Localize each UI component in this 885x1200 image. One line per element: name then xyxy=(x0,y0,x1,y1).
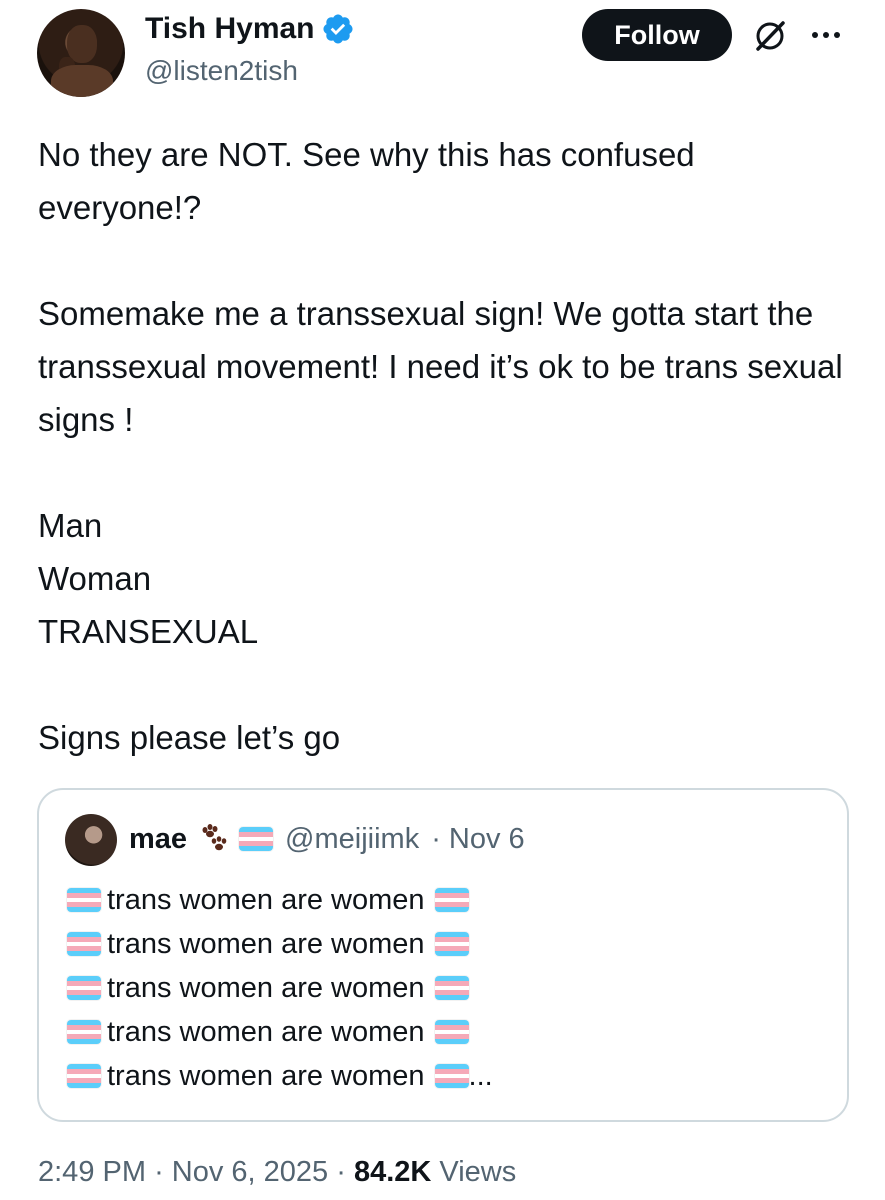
trans-flag-icon xyxy=(67,932,101,956)
tweet-spacer xyxy=(38,658,858,711)
trans-flag-icon xyxy=(239,827,274,851)
quoted-line-text: trans women are women xyxy=(107,972,425,1004)
trans-flag-icon xyxy=(67,1020,101,1044)
trans-flag-icon xyxy=(434,1064,469,1088)
more-icon[interactable] xyxy=(808,22,844,48)
trans-flag-icon xyxy=(434,1020,469,1044)
quoted-line-text: trans women are women xyxy=(107,1060,425,1092)
tweet-time[interactable]: 2:49 PM xyxy=(38,1156,146,1188)
author-name-row: Tish Hyman xyxy=(145,12,355,46)
trans-flag-icon xyxy=(67,888,101,912)
tweet-header: Tish Hyman @listen2tish Follow xyxy=(0,0,885,110)
tweet-date[interactable]: Nov 6, 2025 xyxy=(172,1156,328,1188)
author-handle[interactable]: @listen2tish xyxy=(145,55,298,87)
paw-prints-icon xyxy=(202,824,227,851)
trans-flag-icon xyxy=(67,976,101,1000)
views-label: Views xyxy=(439,1156,517,1188)
quoted-line-text: trans women are women xyxy=(107,928,425,960)
quoted-tweet[interactable]: mae @meijiimk · Nov 6 trans women are wo… xyxy=(37,788,849,1122)
meta-separator: · xyxy=(154,1156,172,1188)
tweet-spacer xyxy=(38,234,858,287)
quoted-line: trans women are women xyxy=(67,922,493,966)
tweet-text: No they are NOT. See why this has confus… xyxy=(38,128,858,764)
views-count: 84.2K xyxy=(353,1156,432,1188)
meta-separator: · xyxy=(336,1156,354,1188)
quoted-line: trans women are women ... xyxy=(67,1054,493,1098)
grok-icon[interactable] xyxy=(752,18,788,54)
verified-badge-icon xyxy=(322,14,353,44)
quoted-author-handle[interactable]: @meijiimk xyxy=(285,823,419,856)
author-name[interactable]: Tish Hyman xyxy=(145,12,315,46)
quoted-line: trans women are women xyxy=(67,878,493,922)
quoted-line-text: trans women are women xyxy=(107,1016,425,1048)
quoted-author-avatar[interactable] xyxy=(65,814,117,866)
tweet-paragraph: Somemake me a transsexual sign! We gotta… xyxy=(38,295,852,438)
trans-flag-icon xyxy=(67,1064,101,1088)
tweet-paragraph: Man Woman TRANSEXUAL xyxy=(38,507,259,650)
quoted-line: trans women are women xyxy=(67,966,493,1010)
quoted-tweet-text: trans women are women trans women are wo… xyxy=(67,878,493,1098)
quoted-line: trans women are women xyxy=(67,1010,493,1054)
trans-flag-icon xyxy=(434,888,469,912)
tweet-paragraph: Signs please let’s go xyxy=(38,719,341,756)
author-avatar[interactable] xyxy=(37,9,125,97)
quoted-tweet-date[interactable]: · Nov 6 xyxy=(431,823,524,856)
tweet-paragraph: No they are NOT. See why this has confus… xyxy=(38,136,704,226)
quoted-tweet-header: mae @meijiimk · Nov 6 xyxy=(129,822,525,856)
quoted-author-name[interactable]: mae xyxy=(129,823,187,856)
quoted-line-text: trans women are women xyxy=(107,884,425,916)
tweet-meta: 2:49 PM · Nov 6, 2025 · 84.2K Views xyxy=(38,1156,516,1189)
follow-button[interactable]: Follow xyxy=(582,9,732,61)
tweet-spacer xyxy=(38,446,858,499)
quoted-truncation: ... xyxy=(468,1060,493,1092)
trans-flag-icon xyxy=(434,932,469,956)
trans-flag-icon xyxy=(434,976,469,1000)
